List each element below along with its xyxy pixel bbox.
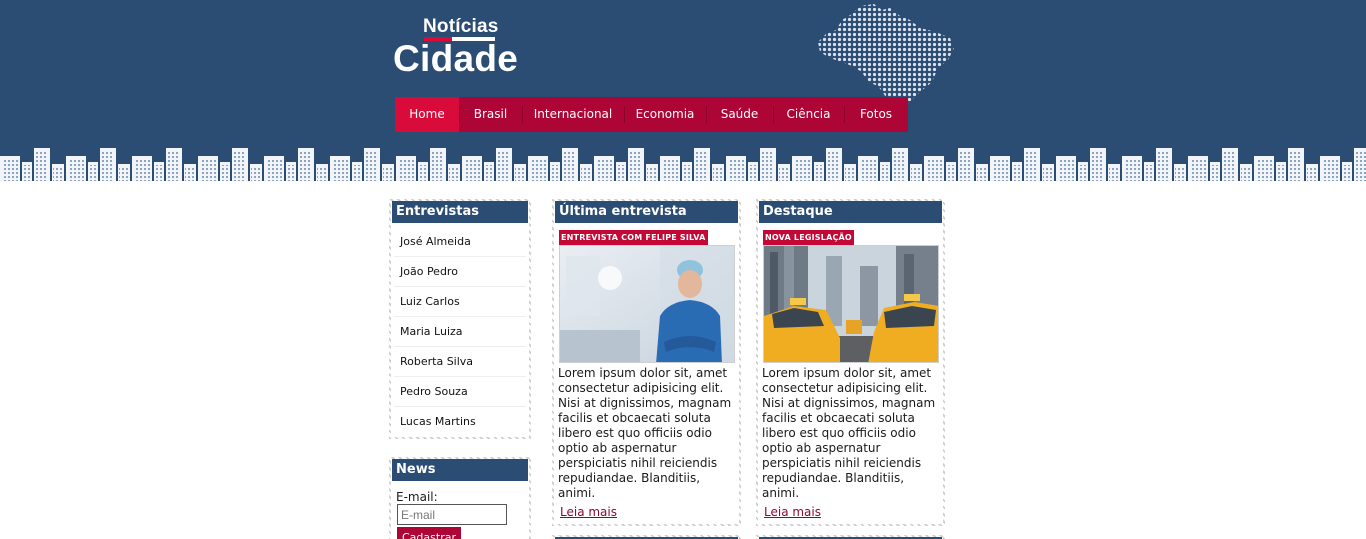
- interview-link[interactable]: João Pedro: [394, 257, 526, 287]
- brazil-map-icon: [818, 4, 954, 110]
- article-tag: ENTREVISTA COM FELIPE SILVA: [559, 230, 708, 245]
- doctor-image: [560, 246, 734, 362]
- interview-link[interactable]: Pedro Souza: [394, 377, 526, 407]
- interview-link[interactable]: Lucas Martins: [394, 407, 526, 437]
- nav-item-home[interactable]: Home: [395, 97, 459, 132]
- newsletter-title: News: [392, 459, 528, 481]
- read-more-link[interactable]: Leia mais: [560, 505, 617, 519]
- featured-card: Destaque NOVA LEGISLAÇÃO Lorem ipsum dol…: [756, 199, 945, 526]
- logo-noticias: Notícias: [423, 16, 499, 37]
- article-body: Lorem ipsum dolor sit, amet consectetur …: [762, 366, 936, 500]
- interviews-list: José Almeida João Pedro Luiz Carlos Mari…: [391, 227, 529, 437]
- article-tag: NOVA LEGISLAÇÃO: [763, 230, 854, 245]
- latest-interview-card: Última entrevista ENTREVISTA COM FELIPE …: [552, 199, 741, 526]
- interview-link[interactable]: Roberta Silva: [394, 347, 526, 377]
- nav-item-brasil[interactable]: Brasil: [459, 97, 522, 132]
- site-header: Notícias Cidade Home Brasil Internaciona…: [0, 0, 1366, 183]
- doctor-photo[interactable]: [559, 245, 735, 363]
- interviews-title: Entrevistas: [392, 201, 528, 223]
- email-input[interactable]: [397, 504, 507, 525]
- city-skyline-illustration: [0, 144, 1366, 183]
- latest-interview-title: Última entrevista: [555, 201, 738, 223]
- site-logo[interactable]: Notícias Cidade: [392, 16, 522, 82]
- nav-item-ciencia[interactable]: Ciência: [773, 97, 844, 132]
- logo-cidade: Cidade: [393, 38, 519, 79]
- nav-item-saude[interactable]: Saúde: [706, 97, 773, 132]
- taxi-image: [764, 246, 938, 362]
- next-card-right: [756, 535, 945, 539]
- main-nav: Home Brasil Internacional Economia Saúde…: [395, 97, 908, 132]
- interview-link[interactable]: Luiz Carlos: [394, 287, 526, 317]
- featured-title: Destaque: [759, 201, 942, 223]
- next-card-left: [552, 535, 741, 539]
- nav-item-fotos[interactable]: Fotos: [844, 97, 908, 132]
- email-label: E-mail:: [396, 490, 438, 504]
- newsletter-panel: News E-mail: Cadastrar: [389, 457, 531, 539]
- taxi-street-photo[interactable]: [763, 245, 939, 363]
- nav-item-internacional[interactable]: Internacional: [522, 97, 624, 132]
- interview-link[interactable]: Maria Luiza: [394, 317, 526, 347]
- read-more-link[interactable]: Leia mais: [764, 505, 821, 519]
- interview-link[interactable]: José Almeida: [394, 227, 526, 257]
- article-body: Lorem ipsum dolor sit, amet consectetur …: [558, 366, 732, 500]
- nav-item-economia[interactable]: Economia: [624, 97, 706, 132]
- subscribe-button[interactable]: Cadastrar: [397, 527, 461, 539]
- interviews-panel: Entrevistas José Almeida João Pedro Luiz…: [389, 199, 531, 439]
